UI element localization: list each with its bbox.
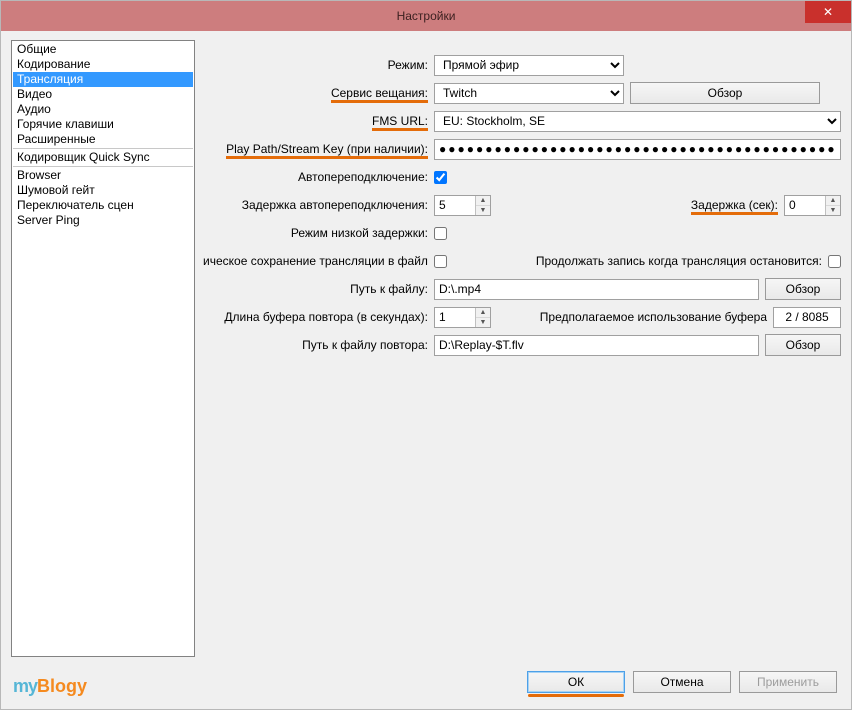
stream-key-input[interactable]	[434, 139, 841, 160]
close-button[interactable]: ✕	[805, 1, 851, 23]
sidebar-item[interactable]: Browser	[13, 168, 193, 183]
sidebar-item[interactable]: Горячие клавиши	[13, 117, 193, 132]
sidebar-item[interactable]: Видео	[13, 87, 193, 102]
delay-input[interactable]	[785, 196, 825, 215]
replay-buffer-label: Длина буфера повтора (в секундах):	[203, 310, 428, 324]
file-path-label: Путь к файлу:	[203, 282, 428, 296]
autoreconnect-checkbox[interactable]	[434, 171, 447, 184]
service-label: Сервис вещания:	[203, 86, 428, 100]
replay-path-input[interactable]	[434, 335, 759, 356]
spinner-down-icon[interactable]: ▼	[476, 206, 490, 215]
ok-button[interactable]: ОК	[527, 671, 625, 693]
window-title: Настройки	[397, 9, 456, 23]
sidebar[interactable]: Общие Кодирование Трансляция Видео Аудио…	[11, 40, 195, 657]
playpath-label: Play Path/Stream Key (при наличии):	[203, 142, 428, 156]
keep-record-label: Продолжать запись когда трансляция остан…	[536, 254, 822, 268]
reconnect-delay-input[interactable]	[435, 196, 475, 215]
delay-spinner[interactable]: ▲▼	[784, 195, 841, 216]
sidebar-divider	[13, 148, 193, 149]
low-latency-label: Режим низкой задержки:	[203, 226, 428, 240]
sidebar-item[interactable]: Аудио	[13, 102, 193, 117]
sidebar-item[interactable]: Расширенные	[13, 132, 193, 147]
replay-path-label: Путь к файлу повтора:	[203, 338, 428, 352]
footer: myBlogy ОК Отмена Применить	[11, 665, 841, 699]
fms-select[interactable]: EU: Stockholm, SE	[434, 111, 841, 132]
file-path-browse-button[interactable]: Обзор	[765, 278, 841, 300]
sidebar-item[interactable]: Кодирование	[13, 57, 193, 72]
sidebar-item[interactable]: Шумовой гейт	[13, 183, 193, 198]
titlebar: Настройки ✕	[1, 1, 851, 31]
autoreconnect-label: Автопереподключение:	[203, 170, 428, 184]
replay-buffer-spinner[interactable]: ▲▼	[434, 307, 491, 328]
keep-record-checkbox[interactable]	[828, 255, 841, 268]
buffer-use-label: Предполагаемое использование буфера	[540, 310, 767, 324]
replay-buffer-input[interactable]	[435, 308, 475, 327]
save-stream-label: ическое сохранение трансляции в файл:	[203, 254, 428, 268]
replay-path-browse-button[interactable]: Обзор	[765, 334, 841, 356]
sidebar-item-selected[interactable]: Трансляция	[13, 72, 193, 87]
client-area: Общие Кодирование Трансляция Видео Аудио…	[1, 31, 851, 709]
apply-button[interactable]: Применить	[739, 671, 837, 693]
service-select[interactable]: Twitch	[434, 83, 624, 104]
settings-panel: Режим: Прямой эфир Сервис вещания: Twitc…	[203, 40, 841, 657]
sidebar-divider	[13, 166, 193, 167]
service-browse-button[interactable]: Обзор	[630, 82, 820, 104]
reconnect-delay-label: Задержка автопереподключения:	[203, 198, 428, 212]
cancel-button[interactable]: Отмена	[633, 671, 731, 693]
mode-select[interactable]: Прямой эфир	[434, 55, 624, 76]
sidebar-item[interactable]: Общие	[13, 42, 193, 57]
save-stream-checkbox[interactable]	[434, 255, 447, 268]
file-path-input[interactable]	[434, 279, 759, 300]
spinner-down-icon[interactable]: ▼	[476, 318, 490, 327]
spinner-down-icon[interactable]: ▼	[826, 206, 840, 215]
mode-label: Режим:	[203, 58, 428, 72]
reconnect-delay-spinner[interactable]: ▲▼	[434, 195, 491, 216]
spinner-up-icon[interactable]: ▲	[476, 196, 490, 206]
sidebar-item[interactable]: Переключатель сцен	[13, 198, 193, 213]
delay-label: Задержка (сек):	[691, 198, 778, 212]
logo: myBlogy	[13, 676, 87, 697]
buffer-use-value: 2 / 8085	[773, 307, 841, 328]
spinner-up-icon[interactable]: ▲	[826, 196, 840, 206]
low-latency-checkbox[interactable]	[434, 227, 447, 240]
fms-label: FMS URL:	[203, 114, 428, 128]
spinner-up-icon[interactable]: ▲	[476, 308, 490, 318]
sidebar-item[interactable]: Server Ping	[13, 213, 193, 228]
sidebar-item[interactable]: Кодировщик Quick Sync	[13, 150, 193, 165]
